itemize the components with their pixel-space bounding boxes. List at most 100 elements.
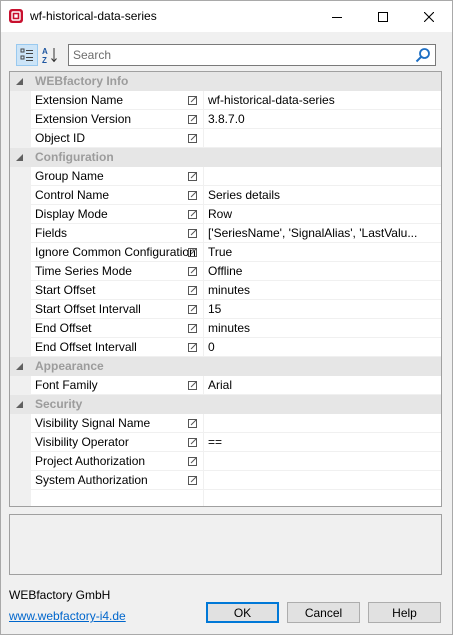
svg-text:A: A xyxy=(42,47,48,56)
edit-icon[interactable] xyxy=(188,210,197,219)
property-value[interactable] xyxy=(204,452,441,471)
edit-icon[interactable] xyxy=(188,476,197,485)
property-row-start-offset[interactable]: Start Offset minutes xyxy=(10,281,441,300)
property-value[interactable] xyxy=(204,167,441,186)
edit-icon[interactable] xyxy=(188,96,197,105)
close-button[interactable] xyxy=(406,1,452,32)
edit-icon[interactable] xyxy=(188,115,197,124)
property-row-fields[interactable]: Fields ['SeriesName', 'SignalAlias', 'La… xyxy=(10,224,441,243)
property-value[interactable]: 15 xyxy=(204,300,441,319)
maximize-button[interactable] xyxy=(360,1,406,32)
category-label: Appearance xyxy=(35,359,104,373)
edit-icon[interactable] xyxy=(188,172,197,181)
collapse-icon[interactable] xyxy=(16,78,23,85)
property-value[interactable]: minutes xyxy=(204,281,441,300)
property-name: Fields xyxy=(35,226,68,240)
svg-text:Z: Z xyxy=(42,56,47,64)
edit-icon[interactable] xyxy=(188,438,197,447)
property-value[interactable]: wf-historical-data-series xyxy=(204,91,441,110)
property-row-group-name[interactable]: Group Name xyxy=(10,167,441,186)
property-value[interactable] xyxy=(204,414,441,433)
collapse-icon[interactable] xyxy=(16,154,23,161)
search-input[interactable] xyxy=(73,46,403,64)
property-row-object-id[interactable]: Object ID xyxy=(10,129,441,148)
website-link[interactable]: www.webfactory-i4.de xyxy=(9,609,126,623)
property-value[interactable]: Row xyxy=(204,205,441,224)
category-header-configuration[interactable]: Configuration xyxy=(10,148,441,167)
edit-icon[interactable] xyxy=(188,229,197,238)
categorized-view-icon xyxy=(20,48,33,61)
property-row-control-name[interactable]: Control Name Series details xyxy=(10,186,441,205)
property-name: Object ID xyxy=(35,131,86,145)
property-row-visibility-operator[interactable]: Visibility Operator == xyxy=(10,433,441,452)
grid-empty-area xyxy=(10,490,441,506)
category-header-appearance[interactable]: Appearance xyxy=(10,357,441,376)
property-grid-toolbar: A Z xyxy=(9,41,442,71)
property-name: Font Family xyxy=(35,378,98,392)
edit-icon[interactable] xyxy=(188,457,197,466)
property-name: Time Series Mode xyxy=(35,264,132,278)
edit-icon[interactable] xyxy=(188,305,197,314)
ok-button[interactable]: OK xyxy=(206,602,279,623)
edit-icon[interactable] xyxy=(188,381,197,390)
alphabetical-sort-button[interactable]: A Z xyxy=(39,44,61,66)
property-row-start-offset-intervall[interactable]: Start Offset Intervall 15 xyxy=(10,300,441,319)
property-name: Extension Name xyxy=(35,93,124,107)
property-value[interactable]: 3.8.7.0 xyxy=(204,110,441,129)
company-name: WEBfactory GmbH xyxy=(9,588,111,602)
cancel-button[interactable]: Cancel xyxy=(287,602,360,623)
property-row-font-family[interactable]: Font Family Arial xyxy=(10,376,441,395)
property-row-project-authorization[interactable]: Project Authorization xyxy=(10,452,441,471)
search-icon[interactable] xyxy=(415,47,431,63)
property-name: Visibility Operator xyxy=(35,435,129,449)
property-value[interactable] xyxy=(204,129,441,148)
property-row-time-series-mode[interactable]: Time Series Mode Offline xyxy=(10,262,441,281)
edit-icon[interactable] xyxy=(188,286,197,295)
dialog-window: wf-historical-data-series A Z Search WEB… xyxy=(0,0,453,635)
property-value[interactable]: 0 xyxy=(204,338,441,357)
property-row-end-offset[interactable]: End Offset minutes xyxy=(10,319,441,338)
collapse-icon[interactable] xyxy=(16,363,23,370)
property-name: End Offset xyxy=(35,321,92,335)
property-name: Visibility Signal Name xyxy=(35,416,151,430)
property-row-visibility-signal-name[interactable]: Visibility Signal Name xyxy=(10,414,441,433)
property-value[interactable]: Arial xyxy=(204,376,441,395)
property-value[interactable]: Offline xyxy=(204,262,441,281)
property-row-system-authorization[interactable]: System Authorization xyxy=(10,471,441,490)
webfactory-app-icon xyxy=(9,9,23,23)
edit-icon[interactable] xyxy=(188,134,197,143)
property-value[interactable]: minutes xyxy=(204,319,441,338)
category-label: WEBfactory Info xyxy=(35,74,129,88)
edit-icon[interactable] xyxy=(188,343,197,352)
category-label: Security xyxy=(35,397,83,411)
edit-icon[interactable] xyxy=(188,324,197,333)
category-header-security[interactable]: Security xyxy=(10,395,441,414)
property-value[interactable]: True xyxy=(204,243,441,262)
property-row-extension-name[interactable]: Extension Name wf-historical-data-series xyxy=(10,91,441,110)
edit-icon[interactable] xyxy=(188,191,197,200)
property-name: End Offset Intervall xyxy=(35,340,137,354)
property-value[interactable]: Series details xyxy=(204,186,441,205)
property-name: Start Offset xyxy=(35,283,96,297)
property-value[interactable]: ['SeriesName', 'SignalAlias', 'LastValu.… xyxy=(204,224,441,243)
property-row-extension-version[interactable]: Extension Version 3.8.7.0 xyxy=(10,110,441,129)
collapse-icon[interactable] xyxy=(16,401,23,408)
edit-icon[interactable] xyxy=(188,267,197,276)
category-header-webfactory-info[interactable]: WEBfactory Info xyxy=(10,72,441,91)
sort-alphabetical-icon: A Z xyxy=(42,47,57,64)
property-grid: WEBfactory Info Extension Name wf-histor… xyxy=(9,71,442,507)
help-button[interactable]: Help xyxy=(368,602,441,623)
categorized-view-button[interactable] xyxy=(16,44,38,66)
minimize-button[interactable] xyxy=(314,1,360,32)
property-row-ignore-common-configuration[interactable]: Ignore Common Configuration True xyxy=(10,243,441,262)
maximize-icon xyxy=(378,11,388,22)
property-name: Display Mode xyxy=(35,207,108,221)
property-value[interactable]: == xyxy=(204,433,441,452)
property-row-display-mode[interactable]: Display Mode Row xyxy=(10,205,441,224)
property-name: System Authorization xyxy=(35,473,148,487)
property-value[interactable] xyxy=(204,471,441,490)
category-label: Configuration xyxy=(35,150,114,164)
edit-icon[interactable] xyxy=(188,419,197,428)
edit-icon[interactable] xyxy=(188,248,197,257)
property-row-end-offset-intervall[interactable]: End Offset Intervall 0 xyxy=(10,338,441,357)
